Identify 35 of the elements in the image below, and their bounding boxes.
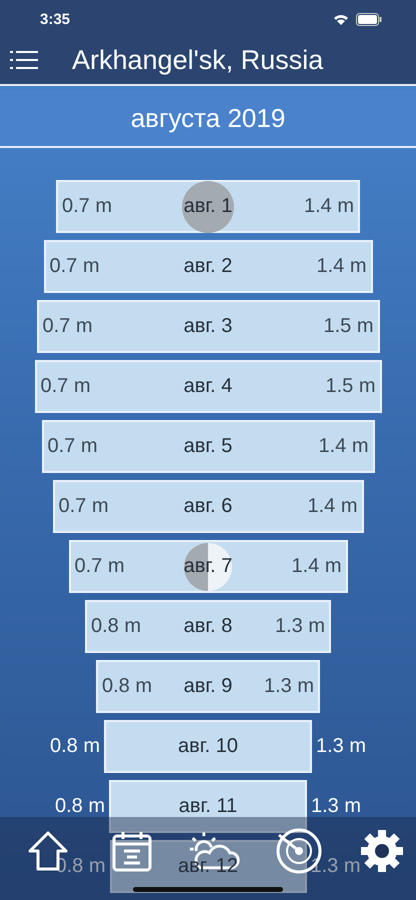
date-label: авг. 1 xyxy=(184,195,232,218)
low-tide: 0.8 m xyxy=(91,615,142,638)
high-tide: 1.3 m xyxy=(316,735,366,758)
high-tide: 1.4 m xyxy=(307,495,358,518)
low-tide: 0.7 m xyxy=(58,495,109,518)
high-tide: 1.4 m xyxy=(304,195,354,218)
high-tide: 1.4 m xyxy=(316,255,366,278)
high-tide: 1.5 m xyxy=(325,375,376,398)
high-tide: 1.4 m xyxy=(291,555,342,578)
low-tide: 0.7 m xyxy=(62,195,112,218)
high-tide: 1.3 m xyxy=(274,615,325,638)
low-tide: 0.7 m xyxy=(50,255,100,278)
low-tide: 0.7 m xyxy=(40,375,91,398)
location-title: Arkhangel'sk, Russia xyxy=(72,44,324,76)
low-tide: 0.8 m xyxy=(50,735,100,758)
high-tide: 1.5 m xyxy=(323,315,374,338)
date-label: авг. 3 xyxy=(184,315,232,338)
high-tide: 1.3 m xyxy=(264,675,314,698)
high-tide: 1.3 m xyxy=(311,795,362,818)
date-label: авг. 6 xyxy=(184,495,232,518)
date-label: авг. 5 xyxy=(184,435,232,458)
low-tide: 0.8 m xyxy=(54,795,105,818)
low-tide: 0.7 m xyxy=(74,555,125,578)
date-label: авг. 9 xyxy=(184,675,232,698)
low-tide: 0.7 m xyxy=(48,435,98,458)
low-tide: 0.8 m xyxy=(102,675,152,698)
date-label: авг. 2 xyxy=(184,255,232,278)
date-label: авг. 10 xyxy=(178,735,238,758)
date-label: авг. 11 xyxy=(178,795,238,818)
date-label: авг. 4 xyxy=(184,375,232,398)
high-tide: 1.4 m xyxy=(318,435,368,458)
date-label: авг. 8 xyxy=(184,615,232,638)
month-title: августа 2019 xyxy=(130,102,286,134)
status-time: 3:35 xyxy=(40,10,70,28)
low-tide: 0.7 m xyxy=(42,315,93,338)
